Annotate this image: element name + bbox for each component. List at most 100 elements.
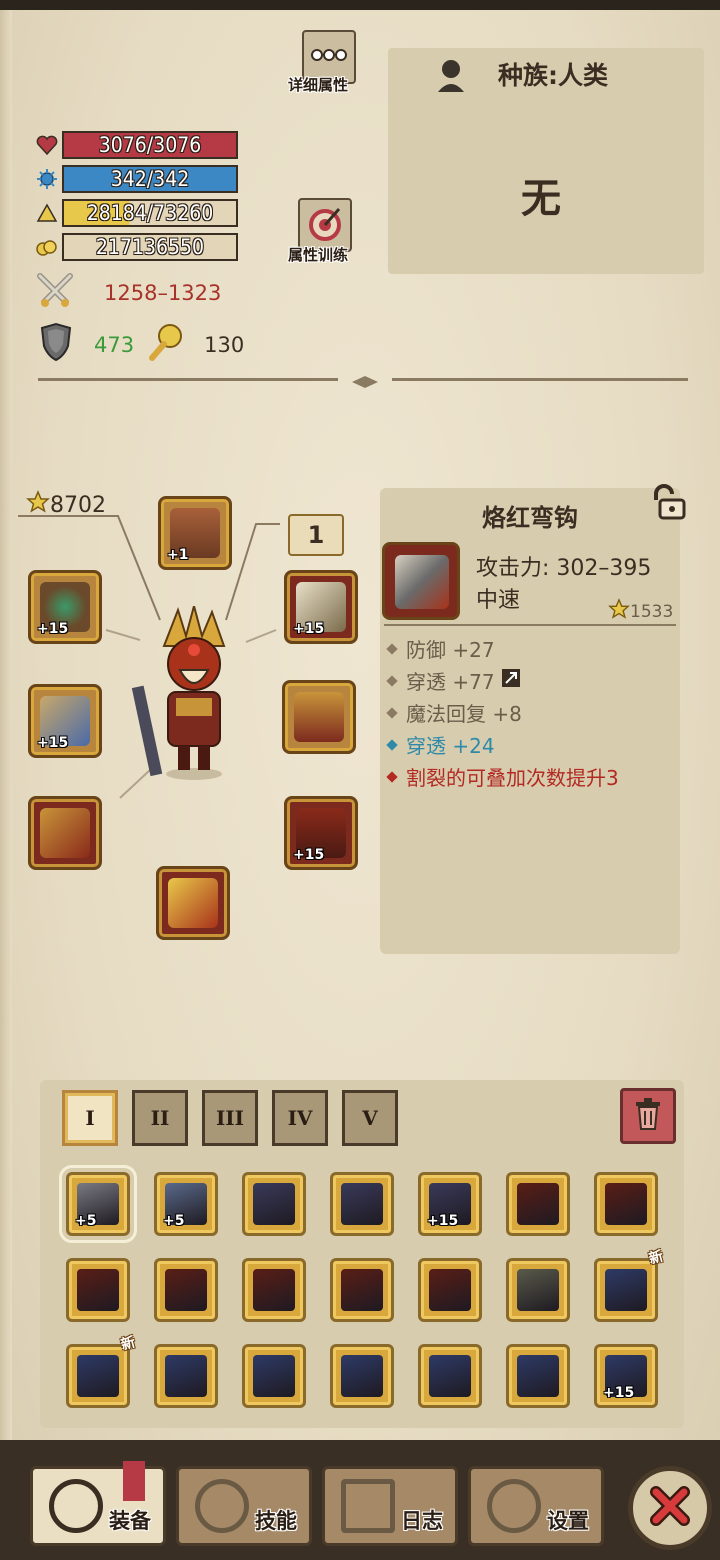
inventory-item[interactable] [330,1258,394,1322]
inventory-tab-4[interactable]: IV [272,1090,328,1146]
item-icon [517,1355,559,1397]
journal-icon [341,1479,395,1533]
gloves-slot[interactable] [28,796,102,870]
inventory-item[interactable]: 新 [594,1248,665,1322]
chest-slot[interactable] [282,680,356,754]
tab-label: I [85,1106,95,1130]
inventory-item[interactable] [506,1172,570,1236]
item-rating: 1533 [608,598,673,625]
item-icon [605,1269,647,1311]
inventory-item[interactable] [594,1172,658,1236]
nav-settings-label: 设置 [547,1509,589,1533]
item-stat-line: 防御 +27 [386,634,495,663]
inventory-item[interactable] [242,1344,306,1408]
amulet-enhance-level: +15 [37,621,69,637]
xp-row: 28184/73260 [34,198,240,228]
item-icon [165,1355,207,1397]
ring-enhance-level: +15 [293,621,325,637]
inventory-tab-1[interactable]: I [62,1090,118,1146]
nav-equipment-label: 装备 [109,1509,151,1533]
item-icon [253,1355,295,1397]
bullet-icon [386,770,398,783]
speed-value: 130 [204,332,245,357]
weapon-slot[interactable]: +15 [28,684,102,758]
gloves-icon [40,808,90,858]
inventory-item[interactable] [330,1344,394,1408]
ring-slot[interactable]: +15 [284,570,358,644]
level-triangle-icon [34,200,60,226]
inventory-item[interactable] [154,1344,218,1408]
bullet-icon [386,674,398,687]
item-enhance-level: +15 [427,1213,459,1229]
inventory-item[interactable]: +15 [418,1172,482,1236]
inventory-item[interactable] [242,1258,306,1322]
close-button[interactable] [628,1466,712,1550]
trash-icon [634,1098,662,1134]
mana-icon [34,166,60,192]
divider-left [38,378,338,381]
item-stat-line: 穿透 +77 [386,666,521,695]
inventory-item[interactable]: +5 [154,1172,218,1236]
inventory-item[interactable] [242,1172,306,1236]
item-icon [341,1269,383,1311]
nav-log-button[interactable]: 日志 [322,1466,458,1546]
star-icon [608,598,630,625]
stat-text: 穿透 +24 [406,734,495,758]
inventory-item[interactable] [330,1172,394,1236]
boots-slot[interactable] [156,866,230,940]
item-icon [517,1269,559,1311]
inventory-tab-2[interactable]: II [132,1090,188,1146]
stat-text: 防御 +27 [406,638,495,662]
level-badge[interactable]: 1 [288,514,344,556]
crossed-swords-icon [36,272,74,313]
item-icon [429,1355,471,1397]
inventory-item[interactable] [418,1344,482,1408]
inventory-item[interactable]: +15 [594,1344,658,1408]
inventory-item[interactable] [66,1258,130,1322]
nav-settings-button[interactable]: 设置 [468,1466,604,1546]
axe-icon [49,1479,103,1533]
inventory-item[interactable]: +5 [59,1165,137,1243]
item-icon [605,1183,647,1225]
external-link-icon[interactable] [501,668,521,693]
hero-character [128,602,258,782]
race-label: 种族:人类 [498,61,608,90]
nav-equipment-button[interactable]: 装备 [30,1461,166,1546]
heart-icon [34,132,60,158]
mp-bar: 342/342 [62,165,238,193]
skills-icon [195,1479,249,1533]
item-stat-line: 穿透 +24 [386,730,495,759]
mp-row: 342/342 [34,164,240,194]
item-icon [341,1355,383,1397]
nav-log-label: 日志 [401,1509,443,1533]
item-icon [77,1355,119,1397]
item-icon [517,1183,559,1225]
item-stat-line: 魔法回复 +8 [386,698,522,727]
inventory-item[interactable]: 新 [66,1334,137,1408]
inventory-tab-3[interactable]: III [202,1090,258,1146]
inventory-item[interactable] [154,1258,218,1322]
pants-enhance-level: +15 [293,847,325,863]
inventory-tab-5[interactable]: V [342,1090,398,1146]
item-icon [253,1183,295,1225]
bullet-icon [386,642,398,655]
inventory-item[interactable] [506,1344,570,1408]
target-icon [305,203,345,247]
shield-icon [38,322,74,367]
weapon-enhance-level: +15 [37,735,69,751]
gold-coins-icon [34,234,60,260]
inventory-item[interactable] [418,1258,482,1322]
discard-button[interactable] [620,1088,676,1144]
amulet-slot[interactable]: +15 [28,570,102,644]
nav-skills-button[interactable]: 技能 [176,1466,312,1546]
gold-row: 217136550 [34,232,240,262]
unlock-icon[interactable] [648,484,688,526]
pants-slot[interactable]: +15 [284,796,358,870]
divider-right [392,378,688,381]
inventory-item[interactable] [506,1258,570,1322]
tab-label: IV [287,1106,313,1130]
helmet-slot[interactable]: +1 [158,496,232,570]
tab-label: III [215,1106,245,1130]
item-icon [429,1269,471,1311]
item-name: 烙红弯钩 [482,504,578,532]
